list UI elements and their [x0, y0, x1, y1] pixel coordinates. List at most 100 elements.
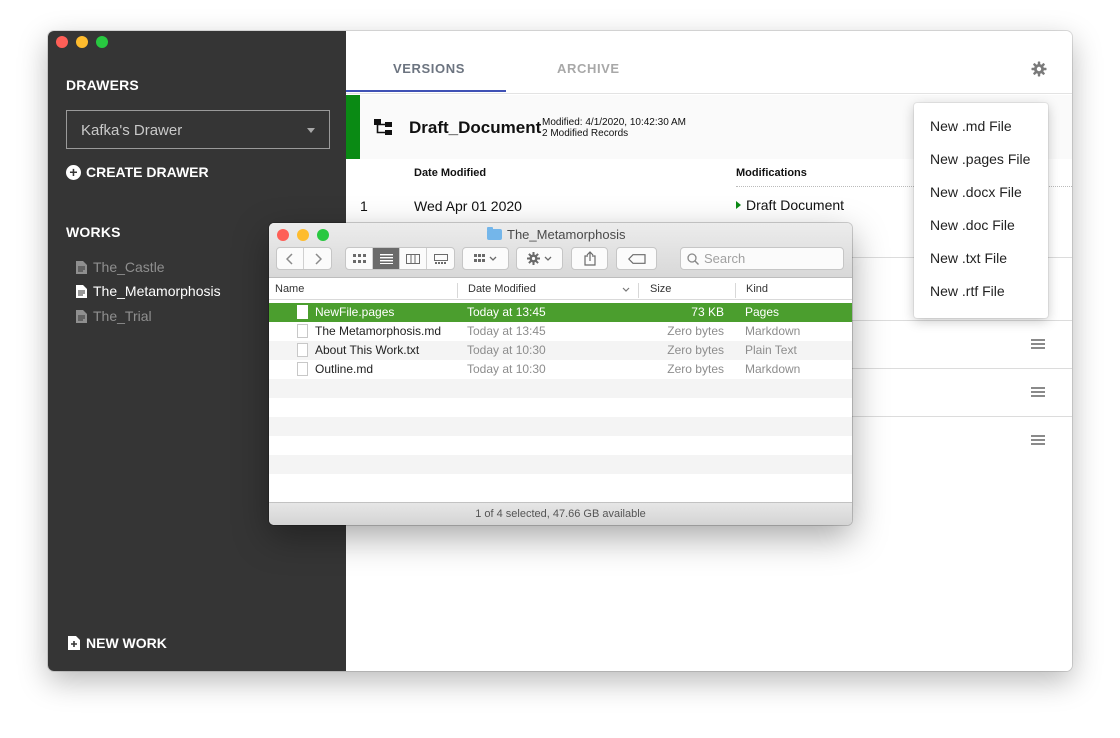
file-kind: Plain Text — [745, 343, 797, 357]
tabs-divider — [346, 93, 1072, 94]
document-icon — [76, 284, 87, 298]
new-work-button[interactable]: NEW WORK — [68, 635, 167, 651]
menu-icon[interactable] — [1031, 339, 1045, 349]
document-title: Draft_Document — [409, 118, 542, 137]
zoom-window-button[interactable] — [96, 36, 108, 48]
drawers-heading: DRAWERS — [66, 77, 139, 93]
file-kind: Markdown — [745, 362, 801, 376]
group-by-icon — [473, 254, 496, 262]
file-row-the-metamorphosis-md[interactable]: The Metamorphosis.md Today at 13:45 Zero… — [269, 322, 852, 341]
work-item-label: The_Metamorphosis — [93, 283, 221, 299]
file-row-outline-md[interactable]: Outline.md Today at 10:30 Zero bytes Mar… — [269, 360, 852, 379]
document-icon — [76, 309, 87, 323]
column-separator — [457, 283, 458, 298]
list-view-icon — [379, 253, 393, 264]
menu-icon[interactable] — [1031, 387, 1045, 397]
file-row-newfile-pages[interactable]: NewFile.pages Today at 13:45 73 KB Pages — [269, 303, 852, 322]
gallery-view-button[interactable] — [427, 248, 454, 269]
column-header-size[interactable]: Size — [650, 283, 671, 295]
action-button[interactable] — [516, 247, 563, 270]
file-icon — [297, 324, 308, 338]
gear-icon[interactable] — [1031, 61, 1047, 77]
file-name: NewFile.pages — [315, 305, 395, 319]
work-item-the-castle[interactable]: The_Castle — [76, 259, 165, 275]
document-meta: Modified: 4/1/2020, 10:42:30 AM 2 Modifi… — [542, 117, 686, 139]
file-date: Today at 10:30 — [467, 362, 546, 376]
file-size: Zero bytes — [667, 343, 724, 357]
tab-archive[interactable]: ARCHIVE — [557, 61, 620, 76]
file-size: Zero bytes — [667, 362, 724, 376]
menu-item-new-txt-file[interactable]: New .txt File — [914, 248, 1048, 281]
column-view-icon — [406, 253, 420, 264]
work-item-label: The_Trial — [93, 308, 152, 324]
menu-item-new-md-file[interactable]: New .md File — [914, 116, 1048, 149]
work-item-label: The_Castle — [93, 259, 165, 275]
file-size: Zero bytes — [667, 324, 724, 338]
tag-icon — [627, 253, 646, 264]
file-name: About This Work.txt — [315, 343, 420, 357]
file-kind: Markdown — [745, 324, 801, 338]
finder-close-button[interactable] — [277, 229, 289, 241]
version-row-modification[interactable]: Draft Document — [736, 197, 844, 213]
file-kind: Pages — [745, 305, 780, 319]
search-placeholder: Search — [704, 251, 746, 266]
file-row-about-this-work-txt[interactable]: About This Work.txt Today at 10:30 Zero … — [269, 341, 852, 360]
works-heading: WORKS — [66, 224, 121, 240]
close-window-button[interactable] — [56, 36, 68, 48]
file-date: Today at 10:30 — [467, 343, 546, 357]
column-view-button[interactable] — [400, 248, 427, 269]
tags-button[interactable] — [616, 247, 657, 270]
version-tree-icon — [374, 119, 392, 135]
file-date: Today at 13:45 — [467, 305, 546, 319]
folder-icon — [487, 227, 502, 240]
file-icon — [297, 362, 308, 376]
gallery-view-icon — [433, 253, 448, 264]
create-drawer-button[interactable]: + CREATE DRAWER — [66, 164, 209, 180]
drawer-select[interactable]: Kafka's Drawer — [66, 110, 330, 149]
column-header-modifications: Modifications — [736, 167, 807, 179]
new-file-menu: New .md File New .pages File New .docx F… — [914, 103, 1048, 318]
menu-item-new-pages-file[interactable]: New .pages File — [914, 149, 1048, 182]
finder-minimize-button[interactable] — [297, 229, 309, 241]
document-status-bar — [346, 95, 360, 159]
menu-icon[interactable] — [1031, 435, 1045, 445]
tab-versions[interactable]: VERSIONS — [393, 61, 465, 76]
menu-item-new-docx-file[interactable]: New .docx File — [914, 182, 1048, 215]
version-row-number: 1 — [360, 198, 368, 214]
document-icon — [76, 260, 87, 274]
column-header-date-modified[interactable]: Date Modified — [468, 283, 536, 295]
nav-buttons — [276, 247, 332, 270]
file-size: 73 KB — [691, 305, 724, 319]
create-drawer-label: CREATE DRAWER — [86, 164, 209, 180]
menu-item-new-rtf-file[interactable]: New .rtf File — [914, 281, 1048, 314]
icon-view-button[interactable] — [346, 248, 373, 269]
drawer-select-value: Kafka's Drawer — [81, 122, 183, 139]
work-item-the-trial[interactable]: The_Trial — [76, 308, 152, 324]
finder-search-input[interactable]: Search — [680, 247, 844, 270]
group-by-button[interactable] — [462, 247, 509, 270]
menu-item-new-doc-file[interactable]: New .doc File — [914, 215, 1048, 248]
chevron-right-icon — [314, 252, 322, 265]
minimize-window-button[interactable] — [76, 36, 88, 48]
column-header-name[interactable]: Name — [275, 283, 304, 295]
disclosure-triangle-icon — [736, 201, 741, 209]
empty-row — [269, 436, 852, 455]
column-header-kind[interactable]: Kind — [746, 283, 768, 295]
finder-toolbar: The_Metamorphosis Search — [269, 223, 852, 278]
share-button[interactable] — [571, 247, 608, 270]
finder-window: The_Metamorphosis Search Name Date Modif… — [269, 223, 852, 525]
back-button[interactable] — [277, 248, 304, 269]
version-row-modification-label: Draft Document — [746, 197, 845, 213]
share-icon — [583, 251, 596, 266]
list-view-button[interactable] — [373, 248, 400, 269]
column-header-date-modified: Date Modified — [414, 167, 487, 179]
plus-circle-icon: + — [66, 164, 81, 180]
finder-zoom-button[interactable] — [317, 229, 329, 241]
empty-row — [269, 417, 852, 436]
forward-button[interactable] — [304, 248, 331, 269]
new-document-icon — [68, 636, 80, 650]
version-row-date: Wed Apr 01 2020 — [414, 198, 522, 214]
column-separator — [638, 283, 639, 298]
column-separator — [735, 283, 736, 298]
work-item-the-metamorphosis[interactable]: The_Metamorphosis — [76, 283, 221, 299]
